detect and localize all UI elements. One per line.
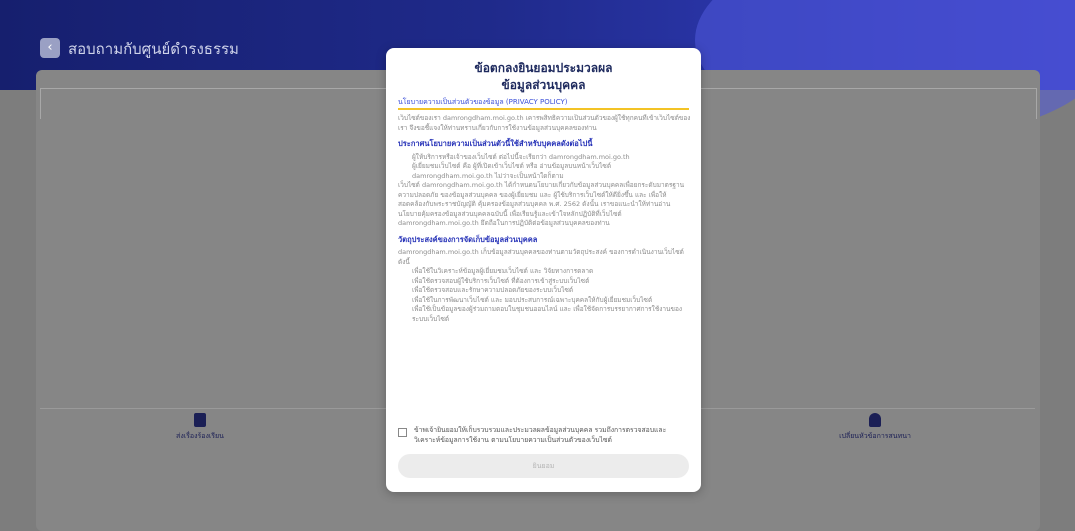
policy-list-item: เพื่อใช้ในการพัฒนาเว็บไซต์ และ มอบประสบก…	[412, 295, 653, 304]
user-icon	[869, 413, 881, 427]
change-topic-button[interactable]: เปลี่ยนหัวข้อการสนทนา	[825, 413, 925, 442]
modal-title-line2: ข้อมูลส่วนบุคคล	[501, 78, 586, 92]
policy-paragraph: เว็บไซต์ damrongdham.moi.go.th ได้กำหนดน…	[398, 181, 685, 227]
privacy-policy-link[interactable]: นโยบายความเป็นส่วนตัวของข้อมูล (PRIVACY …	[398, 97, 568, 108]
policy-list-item: เพื่อใช้ตรวจสอบผู้ใช้บริการเว็บไซต์ ที่ต…	[412, 276, 590, 285]
complaint-button[interactable]: ส่งเรื่องร้องเรียน	[160, 413, 240, 442]
policy-list-item: เพื่อใช้ในวิเคราะห์ข้อมูลผู้เยี่ยมชมเว็บ…	[412, 267, 594, 275]
chevron-left-icon: ‹	[47, 40, 53, 55]
policy-heading: ประกาศนโยบายความเป็นส่วนตัวนี้ใช้สำหรับบ…	[398, 139, 593, 148]
policy-list-item: ผู้เยี่ยมชมเว็บไซต์ คือ ผู้ที่เปิดเข้าเว…	[412, 162, 612, 180]
policy-list-item: ผู้ให้บริการหรือเจ้าของเว็บไซต์ ต่อไปนี้…	[412, 152, 630, 161]
accept-button[interactable]: ยินยอม	[398, 454, 689, 478]
consent-checkbox[interactable]	[398, 428, 407, 437]
policy-scroll-area[interactable]: เว็บไซต์ของเรา damrongdham.moi.go.th เคา…	[398, 114, 691, 414]
divider	[398, 108, 689, 110]
policy-paragraph: เว็บไซต์ของเรา damrongdham.moi.go.th เคา…	[398, 114, 691, 132]
modal-title-line1: ข้อตกลงยินยอมประมวลผล	[474, 61, 613, 75]
complaint-label: ส่งเรื่องร้องเรียน	[176, 432, 224, 440]
policy-heading: วัตถุประสงค์ของการจัดเก็บข้อมูลส่วนบุคคล	[398, 234, 538, 244]
change-topic-label: เปลี่ยนหัวข้อการสนทนา	[839, 432, 911, 440]
page-title: สอบถามกับศูนย์ดำรงธรรม	[68, 40, 239, 58]
modal-title: ข้อตกลงยินยอมประมวลผล ข้อมูลส่วนบุคคล	[386, 60, 701, 94]
back-button[interactable]: ‹	[40, 38, 60, 58]
document-icon	[194, 413, 206, 427]
consent-label[interactable]: ข้าพเจ้ายินยอมให้เก็บรวบรวมและประมวลผลข้…	[414, 425, 691, 445]
consent-modal: ข้อตกลงยินยอมประมวลผล ข้อมูลส่วนบุคคล นโ…	[386, 48, 701, 492]
policy-list-item: เพื่อใช้เป็นข้อมูลของผู้ร่วมถามตอบในชุมช…	[412, 305, 683, 323]
policy-paragraph: damrongdham.moi.go.th เก็บข้อมูลส่วนบุคค…	[398, 248, 684, 266]
policy-list-item: เพื่อใช้ตรวจสอบและรักษาความปลอดภัยของระบ…	[412, 286, 574, 294]
